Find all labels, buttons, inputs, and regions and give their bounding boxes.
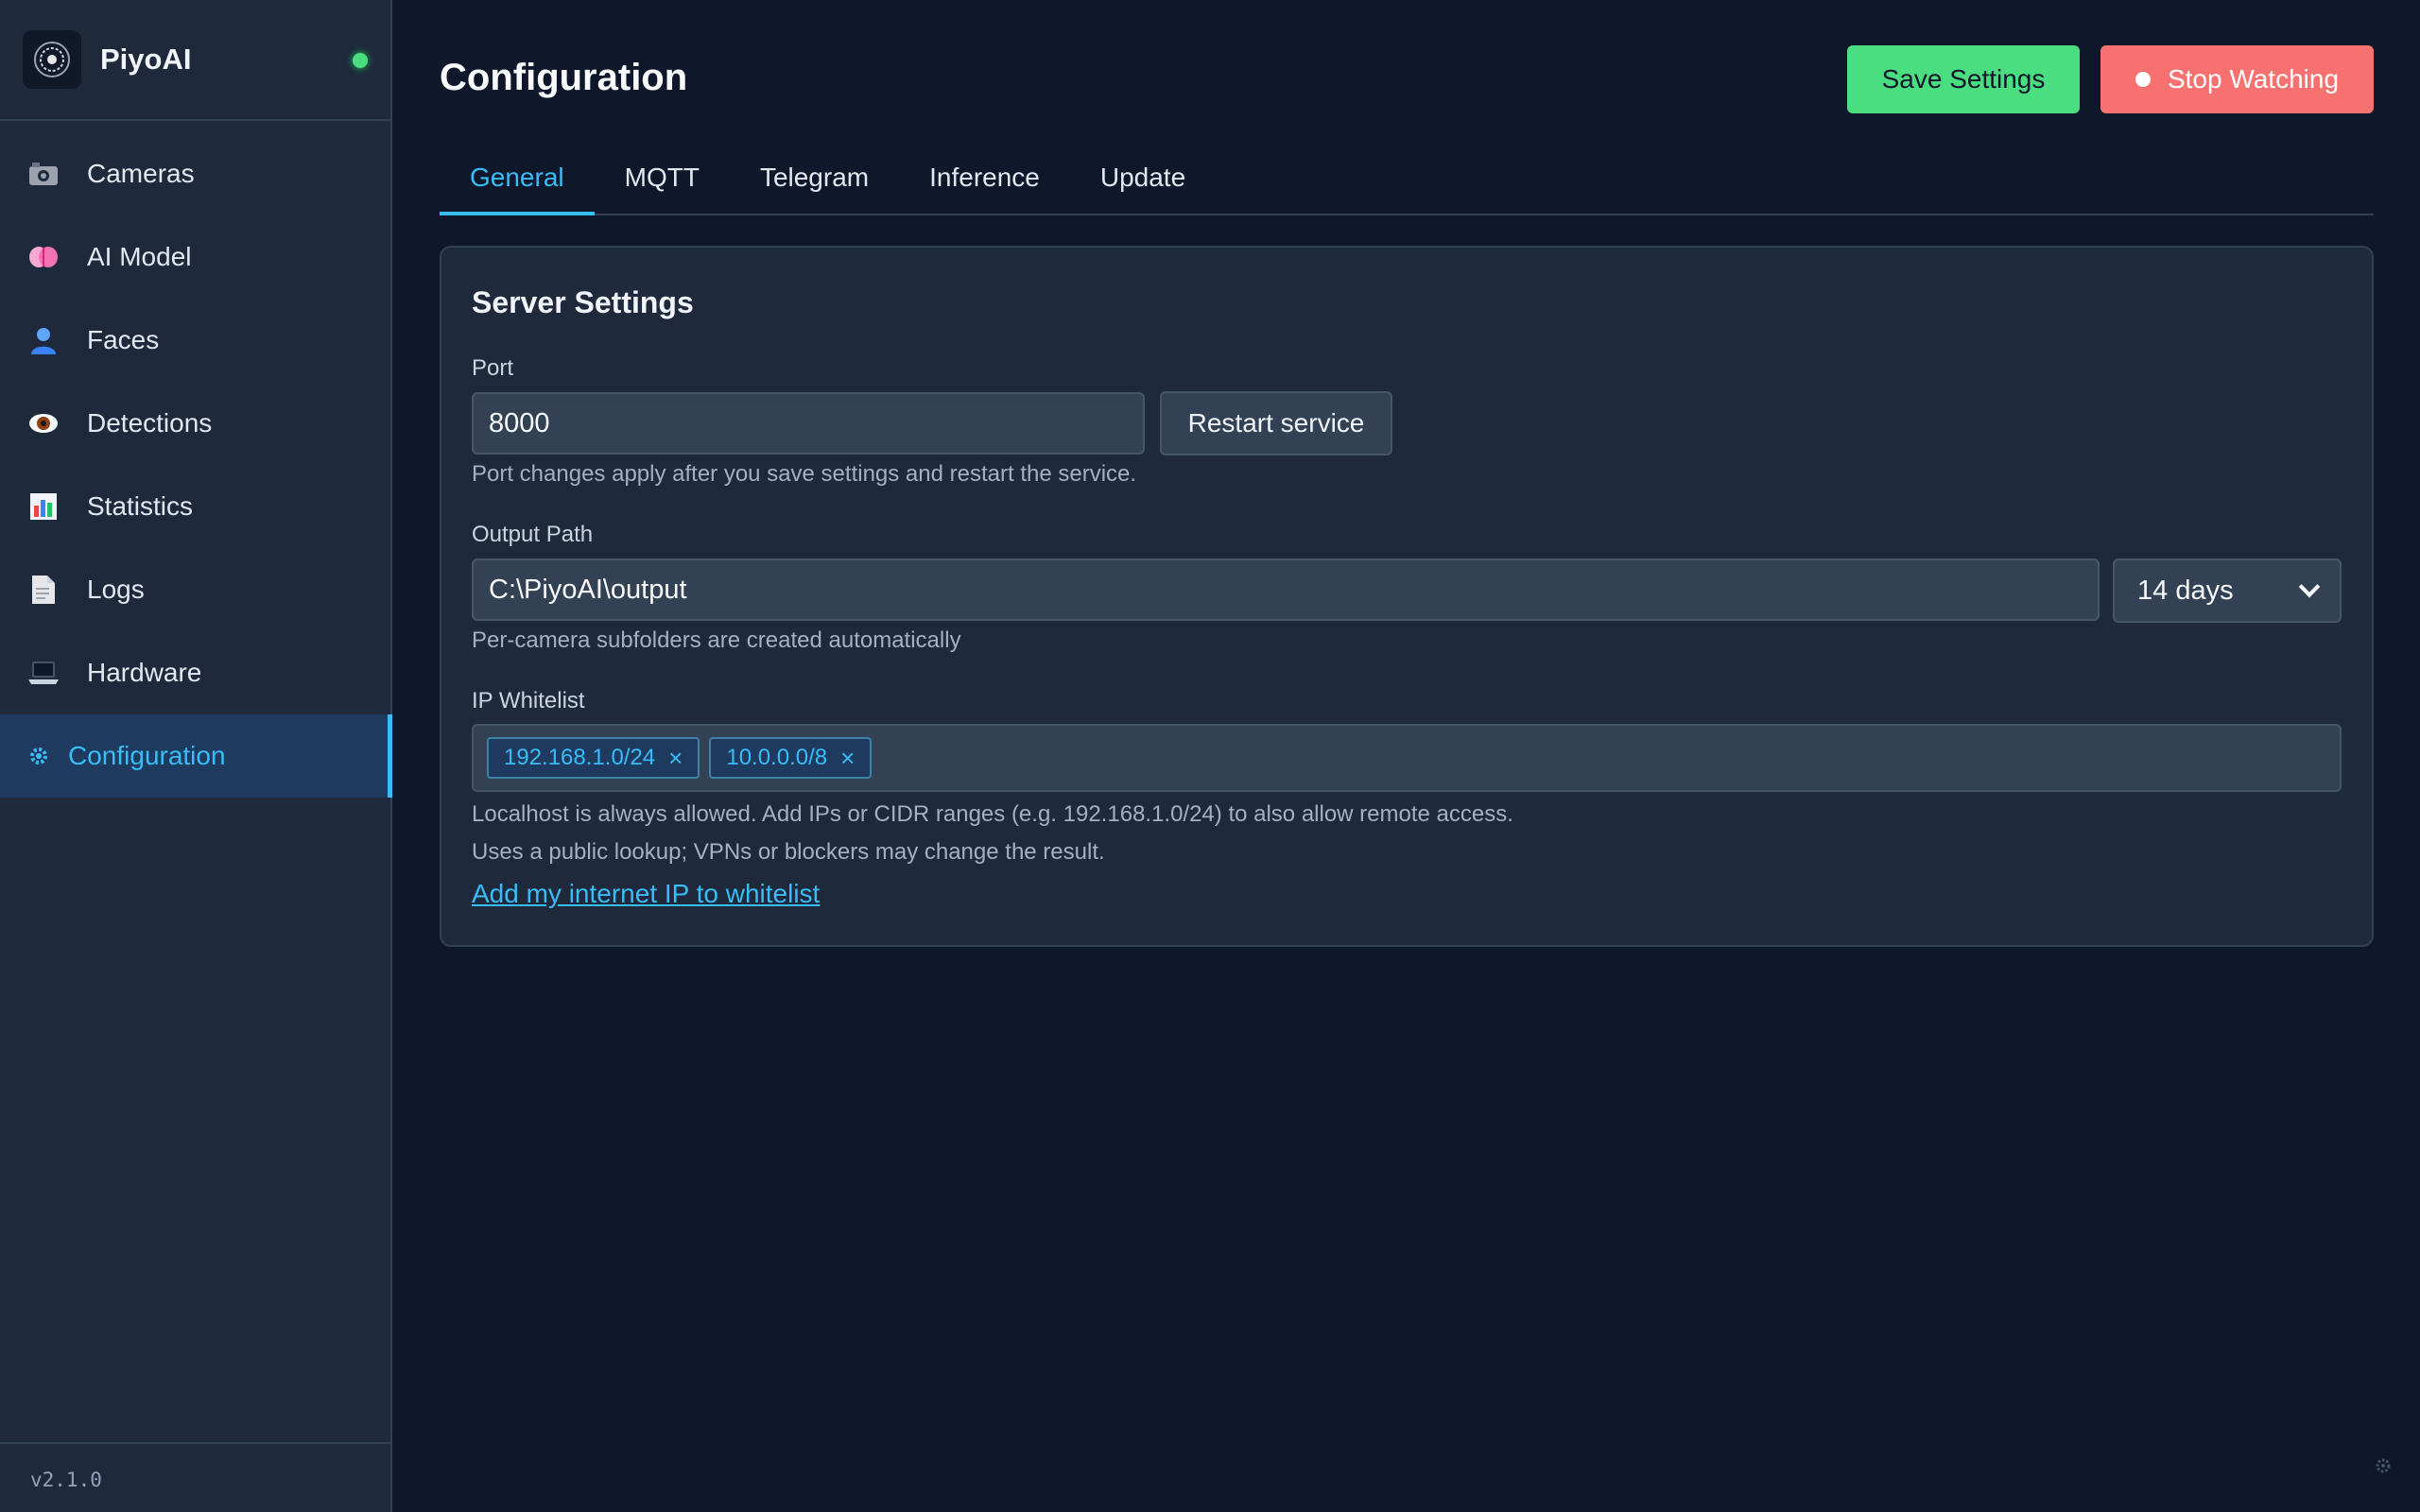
remove-tag-icon[interactable]: × [668,744,683,773]
record-dot-icon [2135,72,2151,87]
output-path-label: Output Path [472,522,594,547]
tab-inference[interactable]: Inference [899,151,1070,215]
brain-icon [28,242,59,272]
stop-watching-button[interactable]: Stop Watching [2100,45,2374,113]
ip-tag: 192.168.1.0/24 × [487,737,700,779]
sidebar-item-label: Configuration [68,741,226,770]
port-help-text: Port changes apply after you save settin… [472,461,1137,487]
sidebar-item-statistics[interactable]: Statistics [0,465,390,548]
settings-gear-icon[interactable] [2375,1457,2392,1474]
ip-tag-label: 192.168.1.0/24 [504,745,656,770]
stop-watching-label: Stop Watching [2167,64,2340,94]
port-input[interactable] [472,392,1145,455]
sidebar-item-detections[interactable]: Detections [0,382,390,465]
sidebar-item-label: Statistics [87,491,194,521]
page-title: Configuration [440,57,688,98]
output-path-input[interactable] [472,558,2100,621]
sidebar-item-faces[interactable]: Faces [0,299,390,382]
status-indicator [353,53,368,68]
sidebar-item-label: Hardware [87,658,202,687]
person-icon [28,325,59,355]
laptop-icon [28,658,59,688]
sidebar-item-logs[interactable]: Logs [0,548,390,631]
camera-icon [28,159,59,189]
retention-select[interactable]: 14 days [2113,558,2342,623]
settings-tabs: General MQTT Telegram Inference Update [440,151,2374,215]
sidebar-item-hardware[interactable]: Hardware [0,631,390,714]
sidebar-item-label: Faces [87,325,160,354]
tab-telegram[interactable]: Telegram [730,151,899,215]
card-title: Server Settings [472,285,694,319]
eye-icon [28,408,59,438]
tab-general[interactable]: General [440,151,595,215]
sidebar-item-label: AI Model [87,242,192,271]
logo-icon [34,42,70,77]
sidebar-item-configuration[interactable]: Configuration [0,714,392,798]
bar-chart-icon [28,491,59,522]
brand-header: PiyoAI [0,0,390,121]
chevron-down-icon [2298,576,2321,598]
save-settings-button[interactable]: Save Settings [1847,45,2080,113]
port-label: Port [472,355,514,381]
ip-tag: 10.0.0.0/8 × [709,737,873,779]
tab-mqtt[interactable]: MQTT [595,151,730,215]
ip-tag-label: 10.0.0.0/8 [726,745,828,770]
ip-whitelist-label: IP Whitelist [472,688,585,713]
ip-whitelist-input[interactable]: 192.168.1.0/24 × 10.0.0.0/8 × [472,724,2342,792]
gear-icon [28,741,49,771]
add-my-ip-link[interactable]: Add my internet IP to whitelist [472,879,820,909]
app-logo [23,30,81,89]
remove-tag-icon[interactable]: × [840,744,855,773]
retention-value: 14 days [2137,575,2234,606]
tab-update[interactable]: Update [1070,151,1216,215]
sidebar-item-label: Detections [87,408,213,438]
version-label: v2.1.0 [0,1442,390,1512]
sidebar-item-cameras[interactable]: Cameras [0,132,390,215]
sidebar: PiyoAI Cameras AI Model Faces Detections… [0,0,392,1512]
app-name: PiyoAI [100,43,192,76]
output-path-help-text: Per-camera subfolders are created automa… [472,627,961,653]
server-settings-card: Server Settings Port Restart service Por… [440,246,2374,947]
restart-service-button[interactable]: Restart service [1160,391,1392,455]
document-icon [28,575,59,605]
sidebar-item-label: Cameras [87,159,195,188]
sidebar-item-ai-model[interactable]: AI Model [0,215,390,299]
ip-whitelist-help-text: Localhost is always allowed. Add IPs or … [472,801,1513,827]
sidebar-item-label: Logs [87,575,145,604]
sidebar-nav: Cameras AI Model Faces Detections Statis… [0,121,392,798]
public-lookup-note: Uses a public lookup; VPNs or blockers m… [472,839,1105,865]
